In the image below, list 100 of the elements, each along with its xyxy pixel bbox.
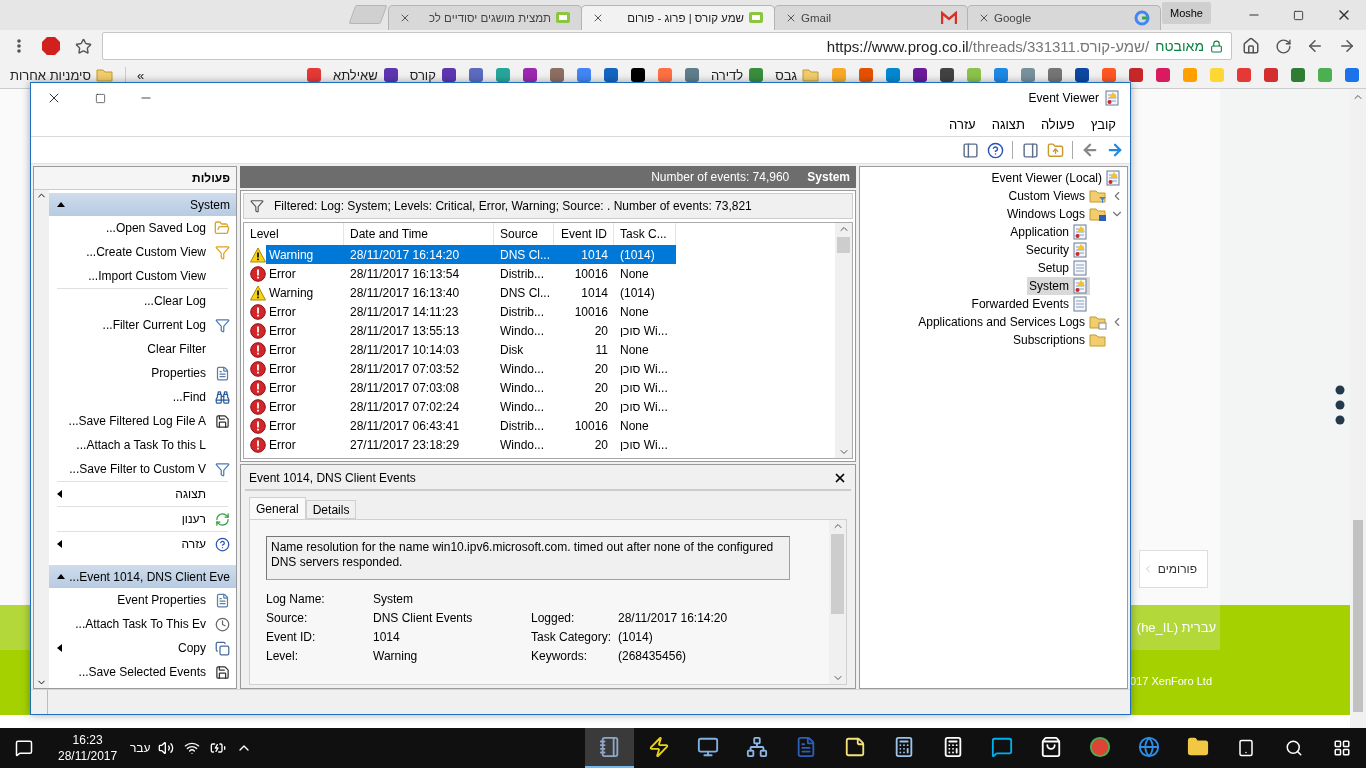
action-item[interactable]: Import Custom View... xyxy=(49,264,236,288)
tree-item[interactable]: Forwarded Events xyxy=(969,295,1090,313)
tab[interactable]: Details xyxy=(305,500,357,519)
warning-icon xyxy=(250,246,266,263)
action-item[interactable]: Open Saved Log... xyxy=(49,216,236,240)
table-row[interactable]: Error 28/11/2017 10:14:03 Disk 11 None xyxy=(244,340,835,359)
action-item[interactable]: Save Filter to Custom V... xyxy=(49,457,236,481)
scrollbar[interactable] xyxy=(835,223,852,458)
table-cell-text: Error xyxy=(268,360,297,378)
browser-tab[interactable]: Gmail xyxy=(774,5,968,30)
section-header[interactable]: System xyxy=(49,193,236,216)
menu-item[interactable]: תצוגה xyxy=(983,113,1033,136)
tree-item[interactable]: Security xyxy=(1023,241,1090,259)
filter-icon xyxy=(214,461,230,477)
circle-icon xyxy=(1088,736,1111,758)
field-label: Task Category: xyxy=(531,630,613,644)
task-view-icon xyxy=(1237,739,1255,757)
table-row[interactable]: Error 28/11/2017 06:43:41 Distrib... 10016 None xyxy=(244,416,835,435)
language-indicator[interactable]: עבר xyxy=(129,741,151,755)
document-icon xyxy=(214,365,230,381)
submenu-item[interactable]: Copy xyxy=(49,636,236,660)
notification-icon[interactable] xyxy=(15,739,33,757)
tree-item[interactable]: Applications and Services Logs xyxy=(916,313,1109,331)
table-row[interactable]: Warning 28/11/2017 16:14:20 DNS Cl... 1014 (1014) xyxy=(244,245,835,264)
close-icon[interactable] xyxy=(592,12,604,24)
tree-item[interactable]: Windows Logs xyxy=(1004,205,1109,223)
tree-item[interactable]: Custom Views xyxy=(1006,187,1109,205)
browser-tab[interactable]: שמע קורס | פרוג - פורום xyxy=(581,5,775,30)
tab[interactable]: General xyxy=(249,497,306,519)
bookmark-icon[interactable] xyxy=(629,67,646,83)
bookmark-icon[interactable] xyxy=(1074,67,1090,83)
tree-item[interactable]: Event Viewer (Local) xyxy=(989,169,1123,187)
document-icon xyxy=(214,592,230,608)
table-cell-text: 20 xyxy=(593,360,609,378)
folder-icon xyxy=(1089,206,1107,222)
table-cell-text: 20 xyxy=(593,322,609,340)
browser-tab[interactable]: תמצית מושגים יסודיים לכ xyxy=(388,5,582,30)
scrollbar-thumb[interactable] xyxy=(831,534,844,614)
bookmark-icon[interactable] xyxy=(521,67,538,83)
menu-item[interactable]: קובץ xyxy=(1082,113,1124,136)
battery-icon[interactable] xyxy=(210,740,227,756)
action-item[interactable]: רענון xyxy=(49,507,236,531)
bookmark-icon[interactable] xyxy=(602,67,619,83)
profile-button[interactable]: Moshe xyxy=(1161,2,1211,24)
bookmark-link[interactable]: שאילתא xyxy=(332,67,399,83)
table-row[interactable]: Warning 28/11/2017 16:13:40 DNS Cl... 1014 (1014) xyxy=(244,283,835,302)
scrollbar-thumb[interactable] xyxy=(837,237,850,253)
bookmark-icon[interactable] xyxy=(939,67,955,83)
submenu-item[interactable]: עזרה xyxy=(49,532,236,556)
table-row[interactable]: Error 28/11/2017 16:13:54 Distrib... 10016 None xyxy=(244,264,835,283)
table-cell-text: סוכן Wi... xyxy=(619,322,669,340)
scrollbar-thumb[interactable] xyxy=(1353,520,1363,712)
volume-icon[interactable] xyxy=(158,740,175,756)
scrollbar[interactable] xyxy=(34,190,49,688)
table-cell-text: 20 xyxy=(593,379,609,397)
close-icon[interactable] xyxy=(833,471,847,485)
breadcrumb-link[interactable]: פורומים xyxy=(1138,550,1208,588)
wifi-icon[interactable] xyxy=(184,740,201,756)
action-item[interactable]: Save Filtered Log File A... xyxy=(49,409,236,433)
menu-item[interactable]: פעולה xyxy=(1032,113,1083,136)
more-bookmarks-button[interactable]: » xyxy=(137,67,145,83)
scrollbar[interactable] xyxy=(1350,89,1366,728)
chat-favicon xyxy=(555,10,571,26)
tree-item[interactable]: Setup xyxy=(1035,259,1090,277)
bookmark-folder[interactable]: סימניות אחרות xyxy=(10,67,114,83)
action-item[interactable]: Attach a Task To this L... xyxy=(49,433,236,457)
action-item[interactable]: Event Properties xyxy=(49,588,236,612)
action-item[interactable]: Save Selected Events... xyxy=(49,660,236,684)
action-item[interactable]: Create Custom View... xyxy=(49,240,236,264)
filter-icon xyxy=(250,199,264,213)
panel-icon xyxy=(1021,141,1039,159)
more-icon[interactable] xyxy=(1334,385,1346,425)
clock[interactable]: 16:23 28/11/2017 xyxy=(48,732,128,764)
scrollbar[interactable] xyxy=(829,520,846,684)
browser-tab[interactable]: Google xyxy=(967,5,1161,30)
folder-up-icon xyxy=(1046,141,1064,159)
table-cell-text: 28/11/2017 07:03:52 xyxy=(349,360,461,378)
event-message: Name resolution for the name win10.ipv6.microsoft.com. timed out after none of the configured DNS servers responded. xyxy=(266,536,790,580)
arrow-right-icon xyxy=(1106,141,1124,159)
action-item[interactable]: Clear Log... xyxy=(49,289,236,313)
bookmark-link[interactable]: קורס xyxy=(409,67,457,83)
action-item[interactable]: Find... xyxy=(49,385,236,409)
folder-icon xyxy=(214,220,230,236)
tree-item[interactable]: Subscriptions xyxy=(1010,331,1109,349)
submenu-item[interactable]: תצוגה xyxy=(49,482,236,506)
tree-item[interactable]: Application xyxy=(1008,223,1090,241)
section-header[interactable]: Event 1014, DNS Client Eve... xyxy=(49,565,236,588)
bookmark-icon[interactable] xyxy=(912,67,928,83)
field-value: System xyxy=(373,592,414,606)
action-item[interactable]: Filter Current Log... xyxy=(49,313,236,337)
action-item[interactable]: Attach Task To This Ev... xyxy=(49,612,236,636)
table-row[interactable]: Error 28/11/2017 14:11:23 Distrib... 10016 None xyxy=(244,302,835,321)
filter-icon xyxy=(214,317,230,333)
action-item[interactable]: Properties xyxy=(49,361,236,385)
action-item[interactable]: Clear Filter xyxy=(49,337,236,361)
bookmark-link[interactable]: לדירה xyxy=(710,67,765,83)
tree-item[interactable]: System xyxy=(1027,277,1090,295)
menu-item[interactable]: עזרה xyxy=(941,113,984,136)
refresh-icon xyxy=(214,511,230,527)
bookmark-folder[interactable]: גבס xyxy=(775,67,820,83)
